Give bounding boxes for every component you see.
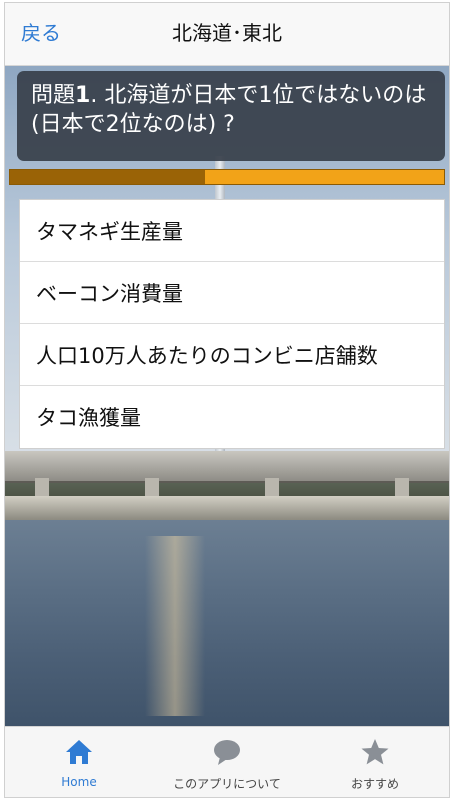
tab-recommend-label: おすすめ xyxy=(350,777,399,791)
navigation-bar: 戻る 北海道･東北 xyxy=(5,3,449,66)
home-icon xyxy=(66,740,92,764)
question-prefix: 問題 xyxy=(31,83,76,108)
answer-option-2[interactable]: ベーコン消費量 xyxy=(20,262,444,324)
question-text: . 北海道が日本で1位ではないのは(日本で2位なのは) ? xyxy=(31,83,427,137)
page-title: 北海道･東北 xyxy=(172,21,282,45)
app-frame: 戻る 北海道･東北 問題1. 北海道が日本で1位ではないのは(日本で2位なのは)… xyxy=(4,2,450,798)
river xyxy=(5,520,449,726)
progress-fill xyxy=(10,170,206,184)
star-icon xyxy=(361,739,389,765)
tab-about[interactable]: このアプリについて xyxy=(153,727,301,797)
tab-about-label: このアプリについて xyxy=(173,777,281,791)
question-box: 問題1. 北海道が日本で1位ではないのは(日本で2位なのは) ? xyxy=(17,71,445,161)
answer-option-4[interactable]: タコ漁獲量 xyxy=(20,386,444,448)
answer-option-3[interactable]: 人口10万人あたりのコンビニ店舗数 xyxy=(20,324,444,386)
tab-recommend[interactable]: おすすめ xyxy=(301,727,449,797)
answer-list: タマネギ生産量 ベーコン消費量 人口10万人あたりのコンビニ店舗数 タコ漁獲量 xyxy=(19,199,445,449)
tab-home-label: Home xyxy=(61,775,97,789)
answer-option-1[interactable]: タマネギ生産量 xyxy=(20,200,444,262)
bridge xyxy=(5,451,449,483)
tab-home[interactable]: Home xyxy=(5,727,153,797)
question-number: 1 xyxy=(75,83,91,108)
tab-bar: Home このアプリについて おすすめ xyxy=(5,726,449,797)
progress-bar xyxy=(9,169,445,185)
chat-bubble-icon xyxy=(214,740,240,765)
